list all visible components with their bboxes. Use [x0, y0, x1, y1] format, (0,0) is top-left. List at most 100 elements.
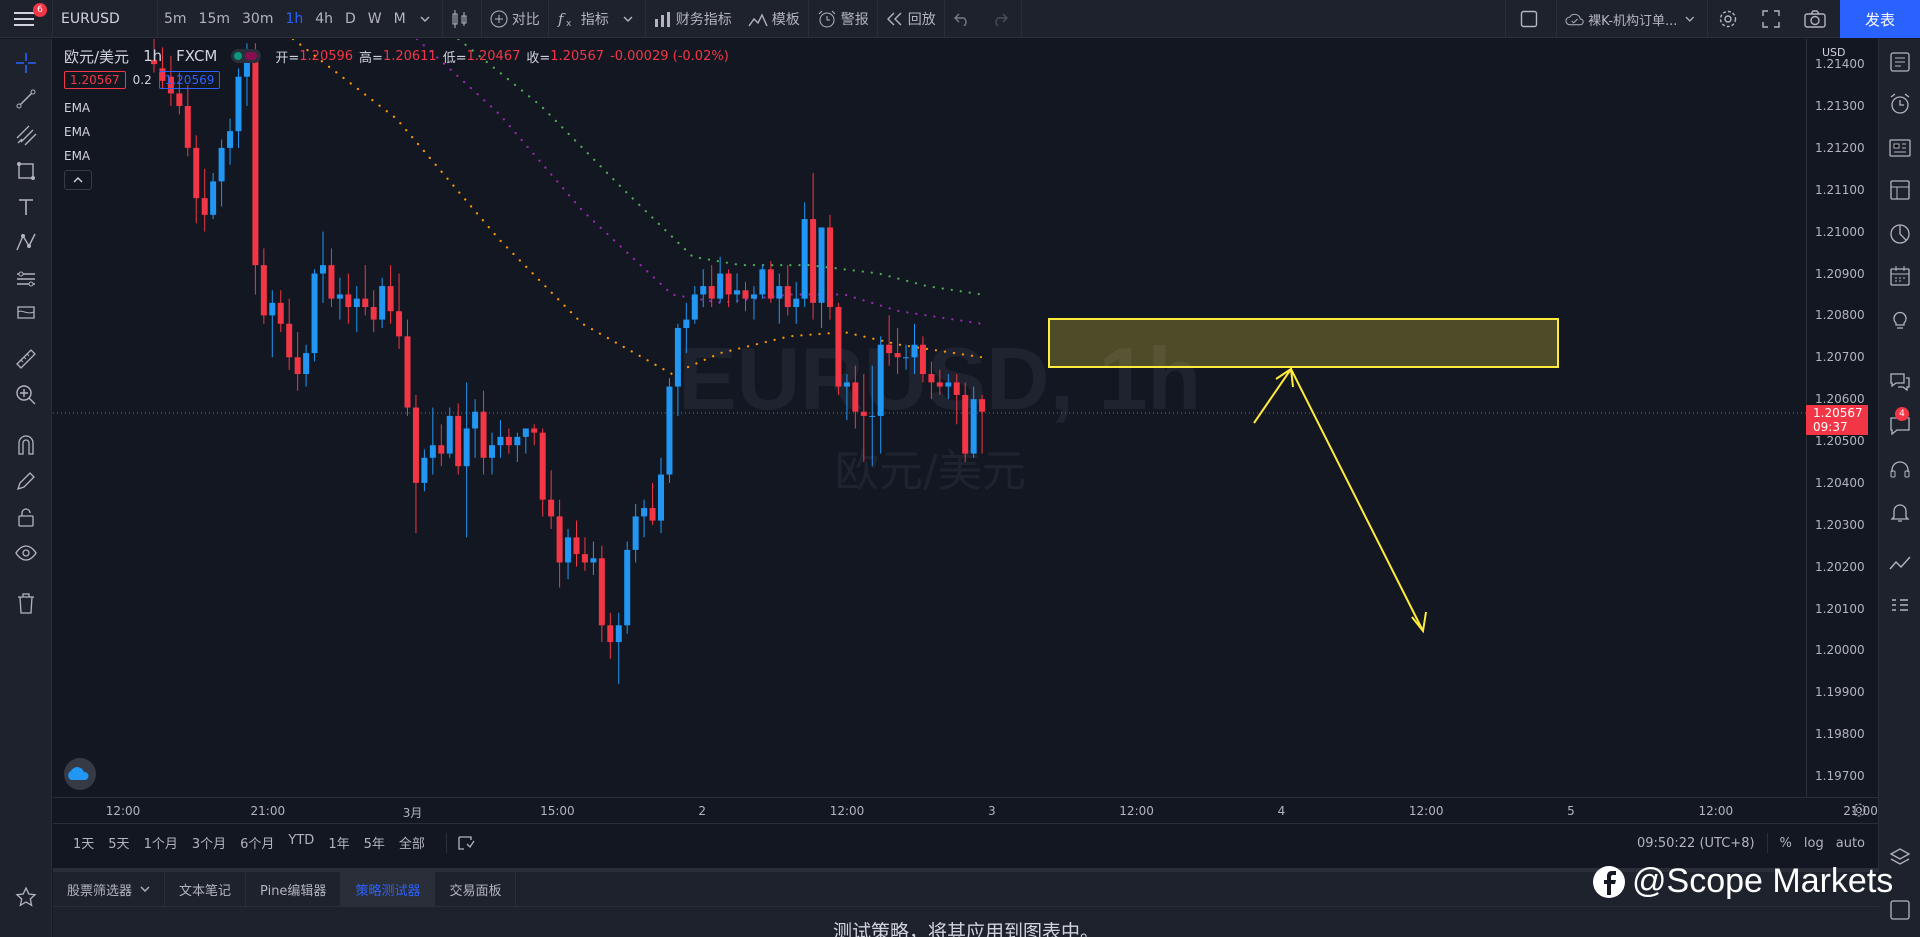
redo-button[interactable] — [983, 0, 1021, 38]
range-button[interactable]: 6个月 — [233, 833, 281, 852]
measure-tool[interactable] — [14, 347, 38, 371]
symbol-search-button[interactable]: EURUSD — [53, 0, 157, 38]
candle — [632, 503, 639, 563]
pitchfork-tool[interactable] — [14, 123, 38, 147]
auto-scale-toggle[interactable]: auto — [1836, 836, 1865, 851]
ema-legend-2[interactable]: EMA — [64, 120, 735, 144]
bottom-tab[interactable]: Pine编辑器 — [246, 872, 342, 906]
hide-drawings-tool[interactable] — [14, 541, 38, 565]
log-scale-toggle[interactable]: log — [1804, 836, 1824, 851]
settings-button[interactable] — [1708, 0, 1752, 38]
streams-button[interactable]: 4 — [1887, 407, 1913, 439]
range-button[interactable]: 全部 — [392, 833, 432, 852]
bottom-tab[interactable]: 策略测试器 — [341, 872, 436, 906]
interval-30m[interactable]: 30m — [236, 0, 279, 38]
news-button[interactable] — [1887, 135, 1913, 161]
candle — [505, 428, 512, 454]
ema-legend-3[interactable]: EMA — [64, 144, 735, 168]
drawing-mode-tool[interactable] — [14, 469, 38, 493]
data-window-button[interactable] — [1887, 177, 1913, 203]
interval-1h[interactable]: 1h — [279, 0, 309, 38]
alerts-panel-button[interactable] — [1887, 91, 1913, 117]
magnet-tool[interactable] — [14, 433, 38, 457]
undo-button[interactable] — [945, 0, 983, 38]
collapse-legend-button[interactable] — [64, 170, 92, 190]
watchlist-button[interactable] — [1887, 49, 1913, 75]
interval-dropdown-button[interactable] — [412, 0, 442, 38]
timezone-clock[interactable]: 09:50:22 (UTC+8) — [1637, 836, 1755, 851]
range-button[interactable]: 1年 — [321, 833, 356, 852]
bottom-tab[interactable]: 交易面板 — [435, 872, 517, 906]
favorites-tool[interactable] — [14, 885, 38, 909]
publish-button[interactable]: 发表 — [1840, 0, 1920, 38]
snapshot-button[interactable] — [1794, 0, 1840, 38]
interval-W[interactable]: W — [362, 0, 388, 38]
icons-tool[interactable] — [14, 303, 38, 327]
candle-body — [674, 327, 681, 387]
main-menu-button[interactable]: 6 — [0, 0, 52, 38]
range-button[interactable]: 3个月 — [185, 833, 233, 852]
lock-drawings-tool[interactable] — [14, 505, 38, 529]
candle-body — [573, 537, 580, 555]
interval-D[interactable]: D — [339, 0, 362, 38]
range-button[interactable]: 5天 — [101, 833, 136, 852]
text-tool[interactable] — [14, 195, 38, 219]
remove-drawings-tool[interactable] — [14, 591, 38, 615]
interval-M[interactable]: M — [388, 0, 412, 38]
bottom-tab[interactable]: 文本笔记 — [165, 872, 247, 906]
go-to-date-button[interactable] — [445, 832, 475, 853]
replay-button[interactable]: 回放 — [878, 0, 944, 38]
chart-style-button[interactable] — [443, 0, 481, 38]
range-button[interactable]: 5年 — [357, 833, 392, 852]
order-panel-button[interactable] — [1887, 593, 1913, 619]
alarm-clock-icon — [818, 10, 836, 27]
shapes-tool[interactable] — [14, 159, 38, 183]
trading-button[interactable] — [1887, 551, 1913, 577]
crosshair-tool[interactable] — [14, 51, 38, 75]
financials-button[interactable]: 财务指标 — [646, 0, 740, 38]
calendar-button[interactable] — [1887, 263, 1913, 289]
ema-legend-1[interactable]: EMA — [64, 96, 735, 120]
percent-scale-toggle[interactable]: % — [1780, 836, 1792, 851]
chats-button[interactable] — [1887, 369, 1913, 395]
overlay-logo[interactable] — [64, 758, 96, 790]
layout-name-button[interactable]: 裸K-机构订单... — [1557, 0, 1707, 38]
headset-icon — [1890, 461, 1910, 478]
bottom-tab-label: 文本笔记 — [179, 883, 232, 899]
market-status-toggle[interactable] — [231, 49, 262, 63]
trend-line-tool[interactable] — [14, 87, 38, 111]
facebook-icon — [1593, 865, 1625, 898]
indicators-button[interactable]: fx 指标 — [549, 0, 645, 38]
ideas-button[interactable] — [1887, 307, 1913, 333]
time-axis[interactable]: 12:00 21:00 3月 15:00 2 12:00 3 12:00 4 12:00 5 12:0… — [53, 797, 1879, 823]
range-button[interactable]: 1天 — [66, 833, 101, 852]
projection-arrow[interactable] — [1253, 367, 1427, 634]
support-button[interactable] — [1887, 457, 1913, 483]
interval-4h[interactable]: 4h — [309, 0, 339, 38]
prediction-tool[interactable] — [14, 267, 38, 291]
candle-body — [505, 436, 512, 446]
range-button[interactable]: YTD — [281, 833, 321, 852]
alerts-button[interactable]: 警报 — [809, 0, 877, 38]
range-button[interactable]: 1个月 — [137, 833, 185, 852]
buy-price-button[interactable]: 1.20569 — [158, 71, 221, 89]
candle-body — [919, 344, 926, 375]
hotlist-button[interactable] — [1887, 221, 1913, 247]
zoom-tool[interactable] — [14, 383, 38, 407]
projection-arrow-path[interactable] — [1253, 367, 1424, 632]
currency-label[interactable]: USD — [1822, 46, 1846, 59]
interval-15m[interactable]: 15m — [193, 0, 236, 38]
candle-body — [852, 382, 859, 412]
templates-button[interactable]: 模板 — [740, 0, 808, 38]
patterns-tool[interactable] — [14, 231, 38, 255]
compare-button[interactable]: 对比 — [482, 0, 548, 38]
bottom-tab[interactable]: 股票筛选器 — [53, 872, 166, 906]
legend-symbol[interactable]: 欧元/美元 — [64, 46, 129, 67]
select-layout-button[interactable] — [1506, 0, 1556, 38]
sell-price-button[interactable]: 1.20567 — [64, 71, 126, 89]
fullscreen-button[interactable] — [1752, 0, 1794, 38]
interval-5m[interactable]: 5m — [158, 0, 193, 38]
resistance-zone-rect[interactable] — [1048, 318, 1559, 368]
resistance-zone[interactable] — [1048, 318, 1559, 368]
notifications-button[interactable] — [1887, 499, 1913, 525]
